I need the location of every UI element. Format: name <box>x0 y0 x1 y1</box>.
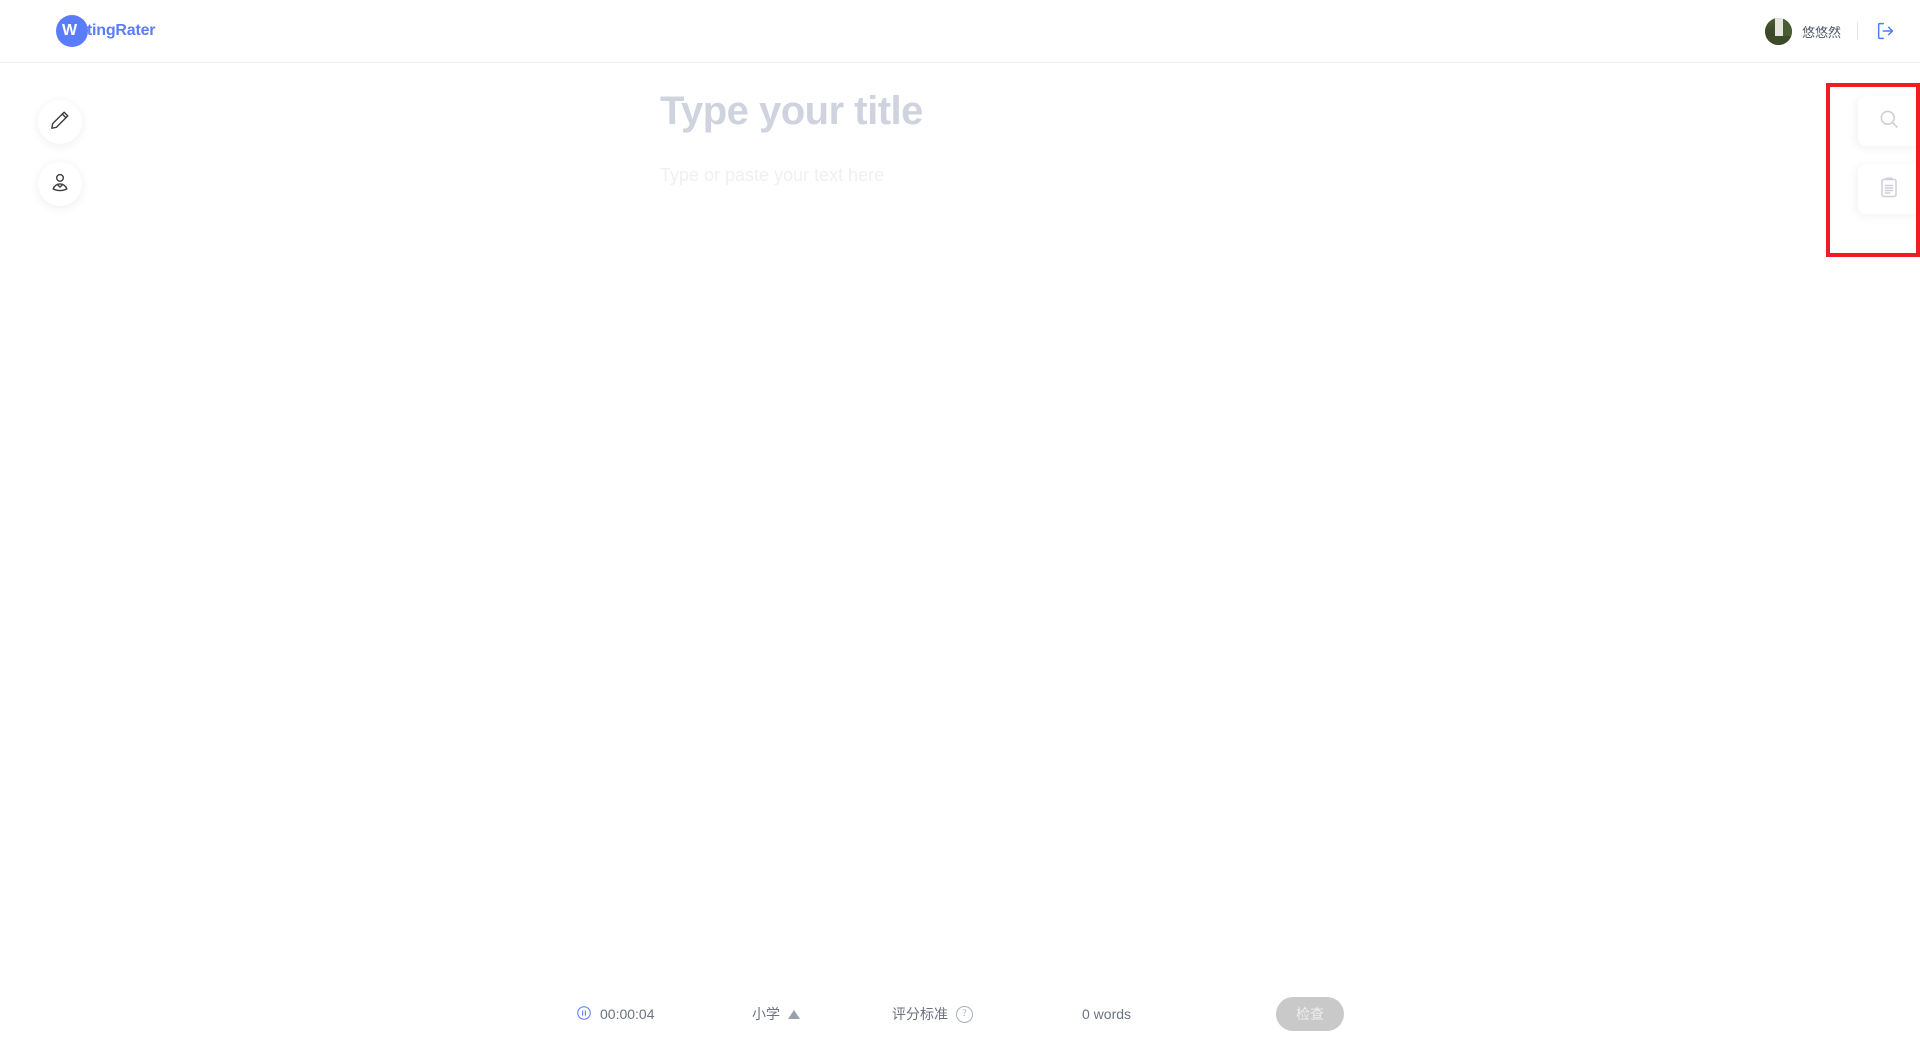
rubric-label: 评分标准 <box>892 1006 948 1022</box>
bottom-toolbar-inner: 00:00:04 小学 评分标准 ? 0 words 检查 <box>576 997 1344 1031</box>
level-label: 小学 <box>752 1006 780 1022</box>
title-input[interactable] <box>660 86 1720 136</box>
logout-icon[interactable] <box>1874 19 1898 43</box>
logo-text: WritingRater <box>62 22 156 40</box>
timer-group[interactable]: 00:00:04 <box>576 1005 752 1024</box>
avatar[interactable] <box>1764 17 1792 45</box>
chevron-up-icon <box>788 1009 800 1019</box>
search-button[interactable] <box>1858 96 1920 146</box>
rubric-panel-button[interactable] <box>1858 164 1920 214</box>
clipboard-icon <box>1877 175 1901 204</box>
username-label: 悠悠然 <box>1801 24 1841 40</box>
pause-circle-icon[interactable] <box>576 1005 592 1024</box>
app-root: WritingRater 悠悠然 Type your title Type or… <box>0 0 1920 1057</box>
bottom-toolbar: 00:00:04 小学 评分标准 ? 0 words 检查 <box>0 971 1920 1057</box>
rail-button-profile[interactable] <box>38 162 82 206</box>
header-divider <box>1857 22 1858 40</box>
logo-first-letter: W <box>62 22 77 39</box>
editor-area <box>660 86 1720 920</box>
rubric-link[interactable]: 评分标准 ? <box>892 1004 1082 1024</box>
rail-button-write[interactable] <box>38 100 82 144</box>
left-rail <box>38 100 82 206</box>
right-tool-panel <box>1858 96 1920 214</box>
logo-rest: ritingRater <box>76 22 156 39</box>
timer-value: 00:00:04 <box>600 1006 655 1022</box>
level-selector[interactable]: 小学 <box>752 1004 892 1024</box>
search-icon <box>1877 107 1901 136</box>
user-icon <box>49 171 71 198</box>
check-button[interactable]: 检查 <box>1276 997 1344 1031</box>
app-header: WritingRater 悠悠然 <box>0 0 1920 63</box>
word-count: 0 words <box>1082 1006 1132 1022</box>
header-right-group: 悠悠然 <box>1764 0 1898 62</box>
app-logo[interactable]: WritingRater <box>56 12 156 50</box>
pencil-icon <box>49 109 71 136</box>
help-icon[interactable]: ? <box>956 1005 973 1023</box>
body-textarea[interactable] <box>660 160 1720 920</box>
